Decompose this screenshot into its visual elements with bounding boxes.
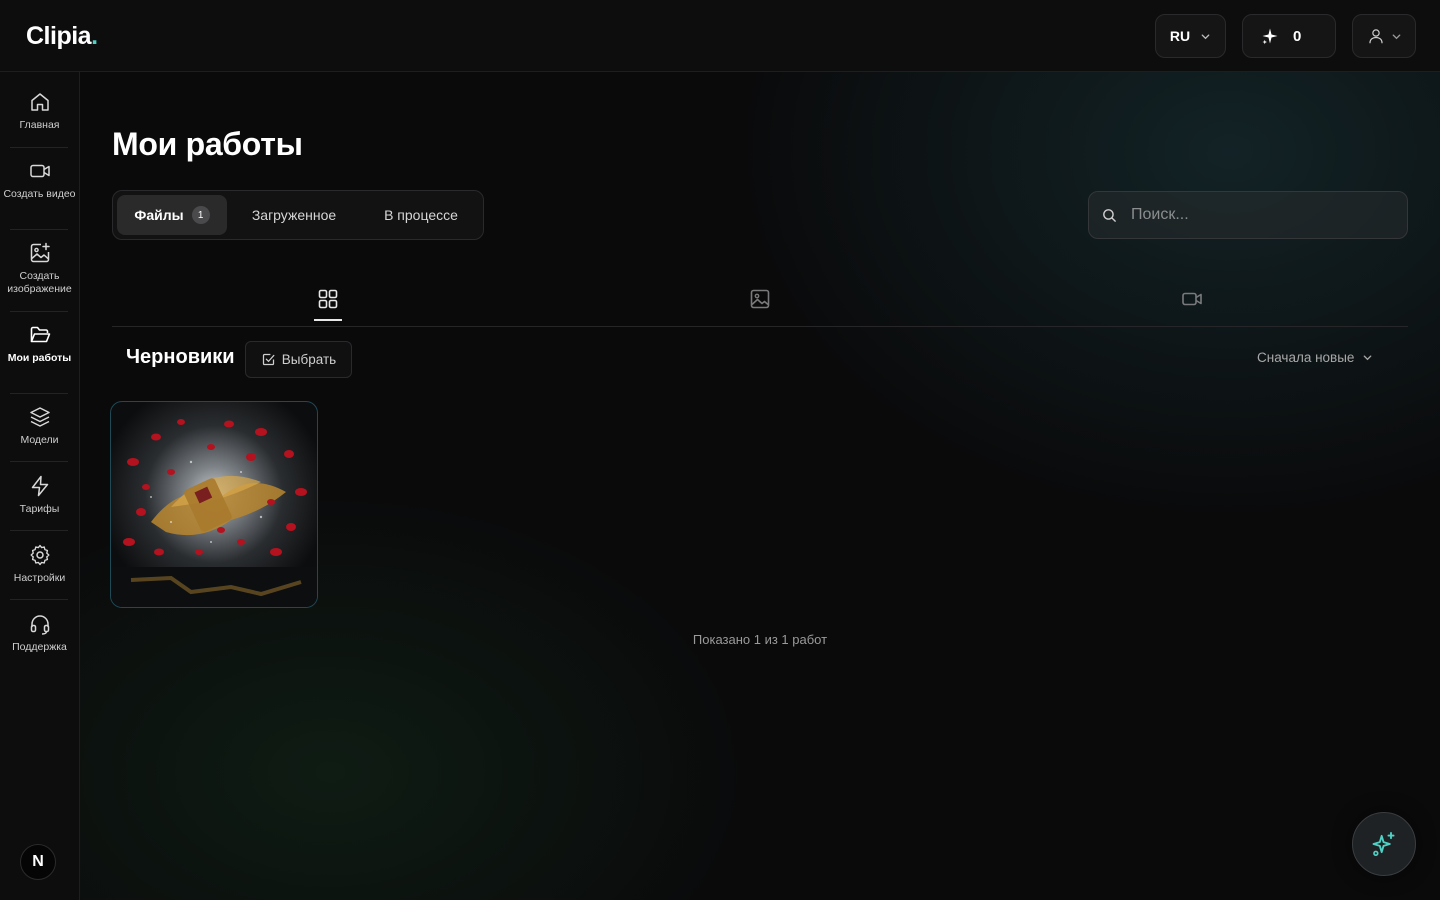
video-icon [1182,292,1202,306]
divider [10,599,68,600]
tab-label: Файлы [134,207,184,223]
grid-icon [318,289,338,309]
sidebar-item-label: Настройки [13,572,66,584]
divider [10,311,68,312]
filter-all[interactable] [313,284,343,321]
sidebar-item-my-works[interactable]: Мои работы [0,313,79,381]
divider [10,147,68,148]
user-menu-button[interactable] [1352,14,1416,58]
tab-in-progress[interactable]: В процессе [363,195,479,235]
sort-dropdown[interactable]: Сначала новые [1257,350,1373,365]
thumbnail-image [111,419,317,607]
results-count: Показано 1 из 1 работ [692,632,828,647]
search-icon [1103,209,1116,222]
sidebar-item-label: Создать видео [3,188,76,200]
select-button[interactable]: Выбрать [245,341,352,378]
sidebar-item-label: Тарифы [19,503,60,515]
sparkle-icon [1262,28,1278,45]
divider [10,393,68,394]
sidebar: Главная Создать видео Создать изображени… [0,72,80,900]
main-content: Мои работы Файлы 1 Загруженное В процесс… [80,72,1440,900]
ai-assistant-button[interactable] [1352,812,1416,876]
divider [10,530,68,531]
section-title: Черновики [126,346,235,368]
sidebar-item-create-video[interactable]: Создать видео [0,149,79,217]
language-selector[interactable]: RU [1155,14,1226,58]
gear-icon [30,544,49,566]
tab-uploaded[interactable]: Загруженное [235,195,353,235]
tab-bar: Файлы 1 Загруженное В процессе [112,190,484,240]
sidebar-item-label: Мои работы [7,352,72,364]
sidebar-item-support[interactable]: Поддержка [0,602,79,670]
video-icon [29,164,50,178]
image-icon [750,289,770,309]
language-label: RU [1169,28,1191,44]
lightning-icon [31,475,48,497]
layers-icon [29,407,50,427]
search-input[interactable] [1131,192,1401,238]
credits-count: 0 [1293,27,1302,45]
sidebar-item-pricing[interactable]: Тарифы [0,464,79,532]
sidebar-item-create-image[interactable]: Создать изображение [0,231,79,299]
sidebar-item-label: Создать изображение [7,270,72,295]
divider [10,229,68,230]
sidebar-item-label: Главная [19,119,60,131]
tab-label: В процессе [384,207,458,223]
folder-icon [30,326,50,343]
checkbox-icon [262,353,275,366]
image-plus-icon [30,242,50,263]
tab-files[interactable]: Файлы 1 [117,195,227,235]
chevron-down-icon [1201,33,1210,39]
filter-videos[interactable] [1177,284,1207,314]
media-type-filter [112,272,1408,327]
credits-button[interactable]: 0 [1242,14,1336,58]
search-box [1088,191,1408,239]
select-label: Выбрать [281,352,337,367]
user-icon [1368,29,1383,44]
sidebar-item-label: Поддержка [12,641,67,653]
divider [10,461,68,462]
sidebar-item-settings[interactable]: Настройки [0,533,79,601]
filter-images[interactable] [745,284,775,314]
count-badge: 1 [191,206,210,224]
work-thumbnail[interactable] [110,401,318,608]
sparkles-icon [1372,831,1395,857]
page-title: Мои работы [112,126,303,162]
top-bar: Clipia. RU 0 [0,0,1440,72]
chevron-down-icon [1392,33,1400,39]
tab-label: Загруженное [251,207,337,223]
home-icon [30,93,49,111]
framework-badge[interactable]: N [20,844,56,880]
sidebar-item-models[interactable]: Модели [0,395,79,463]
sidebar-item-label: Модели [20,434,59,446]
headphones-icon [30,615,49,635]
chevron-down-icon [1364,355,1372,361]
sort-label: Сначала новые [1257,350,1355,365]
sidebar-item-home[interactable]: Главная [0,80,79,148]
logo[interactable]: Clipia. [26,22,98,51]
